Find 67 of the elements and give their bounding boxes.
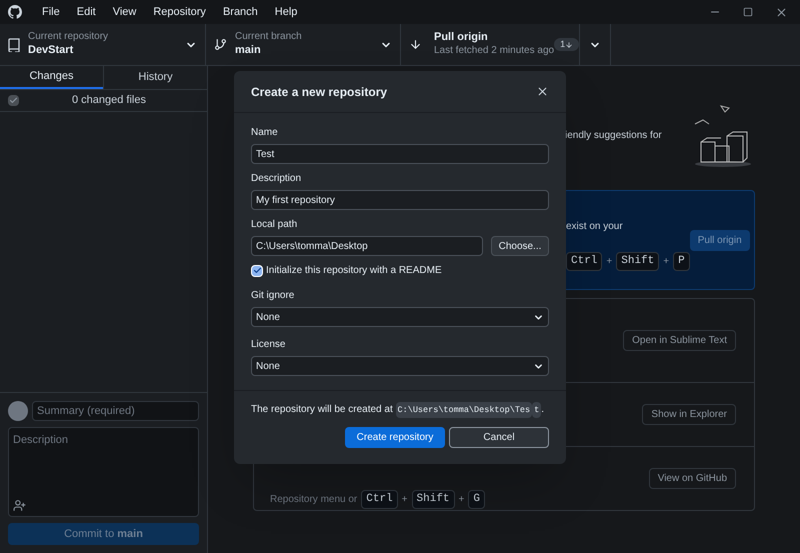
key-cap: P bbox=[673, 252, 690, 271]
repository-icon bbox=[8, 38, 20, 52]
branch-selector[interactable]: Current branch main bbox=[206, 24, 401, 65]
period-text: . bbox=[541, 404, 544, 415]
changed-files-count: 0 changed files bbox=[72, 93, 146, 108]
key-cap: Shift bbox=[412, 490, 455, 509]
plus-sign: + bbox=[606, 255, 612, 269]
dialog-title: Create a new repository bbox=[251, 84, 388, 100]
action-button[interactable]: Open in Sublime Text bbox=[623, 330, 736, 351]
cancel-button[interactable]: Cancel bbox=[449, 427, 549, 448]
plus-sign: + bbox=[402, 493, 408, 507]
choose-button[interactable]: Choose... bbox=[491, 236, 549, 256]
field-label: Local path bbox=[251, 218, 298, 232]
action-button[interactable]: View on GitHub bbox=[648, 468, 736, 489]
branch-label: Current branch bbox=[235, 31, 302, 44]
close-icon[interactable] bbox=[536, 85, 549, 98]
menu-item[interactable]: Repository bbox=[153, 4, 206, 20]
menu-item[interactable]: File bbox=[42, 4, 60, 20]
close-icon[interactable] bbox=[775, 6, 788, 18]
field-label: Git ignore bbox=[251, 289, 296, 303]
sidebar-tab[interactable]: Changes bbox=[0, 66, 103, 89]
repository-selector[interactable]: Current repository DevStart bbox=[0, 24, 206, 65]
pull-card-text: exist on your bbox=[566, 220, 624, 234]
readme-checkbox[interactable] bbox=[251, 264, 263, 276]
key-cap: Shift bbox=[616, 252, 660, 271]
description-field[interactable]: Description bbox=[8, 427, 199, 517]
path-field[interactable]: C:\Users\tomma\Desktop bbox=[251, 236, 483, 256]
select-all-checkbox[interactable] bbox=[8, 95, 19, 106]
repository-label: Current repository bbox=[28, 31, 108, 44]
branch-icon bbox=[214, 38, 227, 51]
suggestion-text: iendly suggestions for bbox=[565, 128, 662, 142]
field-label: Description bbox=[251, 172, 302, 186]
text-field[interactable]: Test bbox=[251, 144, 549, 164]
menu-item[interactable]: Help bbox=[274, 4, 298, 20]
pull-origin-card-button[interactable]: Pull origin bbox=[690, 230, 750, 250]
location-note: The repository will be created at bbox=[251, 404, 394, 415]
field-label: Name bbox=[251, 126, 279, 140]
avatar bbox=[8, 401, 28, 421]
plus-sign: + bbox=[663, 255, 670, 269]
branch-name: main bbox=[235, 44, 262, 58]
select-field[interactable]: None bbox=[251, 356, 549, 376]
select-field[interactable]: None bbox=[251, 307, 549, 327]
plus-sign: + bbox=[458, 493, 464, 507]
pull-origin-button[interactable]: Pull origin Last fetched 2 minutes ago 1 bbox=[401, 24, 579, 65]
menu-item[interactable]: Edit bbox=[76, 4, 96, 20]
repository-name: DevStart bbox=[28, 44, 74, 58]
key-cap: G bbox=[468, 490, 485, 509]
description-placeholder: Description bbox=[13, 433, 70, 448]
text-field[interactable]: My first repository bbox=[251, 190, 549, 210]
arrow-down-icon bbox=[409, 38, 422, 51]
key-cap: Ctrl bbox=[566, 252, 602, 271]
create-repository-button[interactable]: Create repository bbox=[345, 427, 445, 448]
menu-item[interactable]: Branch bbox=[222, 4, 258, 20]
menu-item[interactable]: View bbox=[112, 4, 136, 20]
add-coauthor-icon[interactable] bbox=[13, 499, 26, 512]
summary-field[interactable]: Summary (required) bbox=[32, 401, 199, 421]
key-cap: Ctrl bbox=[361, 490, 398, 509]
field-label: License bbox=[251, 338, 286, 352]
octocat-icon bbox=[8, 5, 22, 19]
action-button[interactable]: Show in Explorer bbox=[642, 404, 736, 425]
path-text: C:\Users\tomma\Desktop\Tes bbox=[396, 402, 532, 418]
sidebar-tab[interactable]: History bbox=[103, 66, 207, 89]
checkbox-label: Initialize this repository with a README bbox=[266, 264, 442, 278]
path-text: t bbox=[532, 402, 542, 418]
count-badge: 1 bbox=[554, 38, 580, 52]
hint-text: Repository menu or bbox=[270, 493, 358, 507]
maximize-icon[interactable] bbox=[743, 7, 753, 17]
